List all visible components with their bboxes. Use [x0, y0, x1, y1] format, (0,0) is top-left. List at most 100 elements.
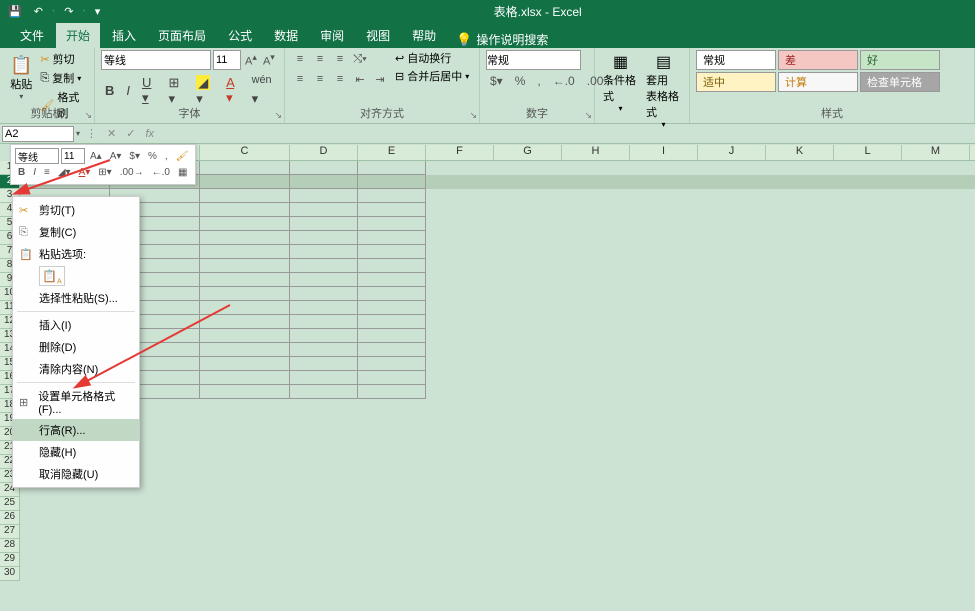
- cell[interactable]: [426, 217, 494, 231]
- cell[interactable]: [358, 427, 426, 441]
- cell[interactable]: [494, 525, 562, 539]
- cell[interactable]: [970, 357, 975, 371]
- cell[interactable]: [290, 525, 358, 539]
- cell[interactable]: [290, 315, 358, 329]
- cell[interactable]: [290, 161, 358, 175]
- cell[interactable]: [358, 455, 426, 469]
- increase-font-button[interactable]: A▴: [243, 52, 259, 68]
- cell[interactable]: [834, 259, 902, 273]
- row-header[interactable]: 30: [0, 567, 20, 581]
- fx-button[interactable]: fx: [141, 128, 158, 140]
- cell[interactable]: [698, 497, 766, 511]
- cell[interactable]: [698, 273, 766, 287]
- cell[interactable]: [834, 497, 902, 511]
- cell[interactable]: [200, 343, 290, 357]
- cell[interactable]: [766, 371, 834, 385]
- align-middle-button[interactable]: ≡: [311, 50, 329, 68]
- cell[interactable]: [562, 469, 630, 483]
- accept-formula-button[interactable]: ✓: [122, 127, 139, 140]
- cell[interactable]: [494, 385, 562, 399]
- cell[interactable]: [562, 315, 630, 329]
- cell[interactable]: [200, 483, 290, 497]
- column-header[interactable]: J: [698, 145, 766, 160]
- cell[interactable]: [200, 427, 290, 441]
- cell[interactable]: [562, 483, 630, 497]
- cell[interactable]: [834, 161, 902, 175]
- formula-input[interactable]: [160, 128, 973, 140]
- cell[interactable]: [200, 231, 290, 245]
- cell[interactable]: [630, 273, 698, 287]
- cell[interactable]: [358, 203, 426, 217]
- cell[interactable]: [970, 385, 975, 399]
- cell[interactable]: [766, 287, 834, 301]
- cell[interactable]: [698, 553, 766, 567]
- cell[interactable]: [630, 357, 698, 371]
- cell[interactable]: [494, 175, 562, 189]
- cut-button[interactable]: ✂ 剪切: [38, 50, 88, 68]
- cell[interactable]: [562, 217, 630, 231]
- indent-increase-button[interactable]: ⇥: [371, 70, 389, 88]
- cell[interactable]: [630, 539, 698, 553]
- cell[interactable]: [20, 567, 110, 581]
- cell[interactable]: [766, 329, 834, 343]
- orientation-button[interactable]: ⤭▾: [351, 50, 369, 68]
- font-color-button[interactable]: A ▾: [222, 73, 243, 108]
- cell[interactable]: [562, 245, 630, 259]
- cell[interactable]: [698, 371, 766, 385]
- cell[interactable]: [200, 539, 290, 553]
- cell[interactable]: [834, 427, 902, 441]
- copy-button[interactable]: ⎘ 复制 ▾: [38, 69, 88, 87]
- cell[interactable]: [20, 553, 110, 567]
- cell[interactable]: [290, 189, 358, 203]
- cell[interactable]: [562, 511, 630, 525]
- cell[interactable]: [630, 427, 698, 441]
- cell[interactable]: [698, 315, 766, 329]
- comma-button[interactable]: ,: [533, 72, 544, 90]
- cell[interactable]: [970, 553, 975, 567]
- cell[interactable]: [834, 245, 902, 259]
- ctx-row-height[interactable]: 行高(R)...: [13, 419, 139, 441]
- mini-fill-color[interactable]: ◢▾: [55, 166, 74, 179]
- cell[interactable]: [358, 357, 426, 371]
- tell-me[interactable]: 💡 操作说明搜索: [456, 31, 548, 48]
- cell[interactable]: [290, 427, 358, 441]
- cell[interactable]: [630, 469, 698, 483]
- cell[interactable]: [766, 203, 834, 217]
- mini-currency[interactable]: $▾: [126, 150, 143, 163]
- cell[interactable]: [200, 329, 290, 343]
- cell[interactable]: [698, 301, 766, 315]
- cell[interactable]: [562, 371, 630, 385]
- style-calc[interactable]: 计算: [778, 72, 858, 92]
- cell[interactable]: [290, 441, 358, 455]
- tab-insert[interactable]: 插入: [102, 23, 146, 48]
- ctx-cut[interactable]: ✂ 剪切(T): [13, 199, 139, 221]
- cell[interactable]: [902, 455, 970, 469]
- cell[interactable]: [766, 273, 834, 287]
- cell[interactable]: [902, 469, 970, 483]
- cell[interactable]: [200, 161, 290, 175]
- undo-button[interactable]: ↶: [30, 3, 47, 20]
- cell[interactable]: [562, 343, 630, 357]
- fill-color-button[interactable]: ◢ ▾: [192, 73, 218, 109]
- cell[interactable]: [834, 567, 902, 581]
- cell[interactable]: [698, 189, 766, 203]
- cell[interactable]: [834, 399, 902, 413]
- cell[interactable]: [358, 301, 426, 315]
- align-top-button[interactable]: ≡: [291, 50, 309, 68]
- column-header[interactable]: E: [358, 145, 426, 160]
- cell[interactable]: [358, 217, 426, 231]
- font-size-select[interactable]: [213, 50, 241, 70]
- ctx-paste-special[interactable]: 选择性粘贴(S)...: [13, 287, 139, 309]
- cell[interactable]: [698, 343, 766, 357]
- cell[interactable]: [290, 203, 358, 217]
- cell[interactable]: [698, 567, 766, 581]
- cell[interactable]: [698, 427, 766, 441]
- cell[interactable]: [426, 343, 494, 357]
- column-header[interactable]: I: [630, 145, 698, 160]
- cell[interactable]: [834, 469, 902, 483]
- cell[interactable]: [698, 511, 766, 525]
- cell[interactable]: [358, 385, 426, 399]
- cell[interactable]: [834, 455, 902, 469]
- cell[interactable]: [766, 455, 834, 469]
- cell[interactable]: [834, 189, 902, 203]
